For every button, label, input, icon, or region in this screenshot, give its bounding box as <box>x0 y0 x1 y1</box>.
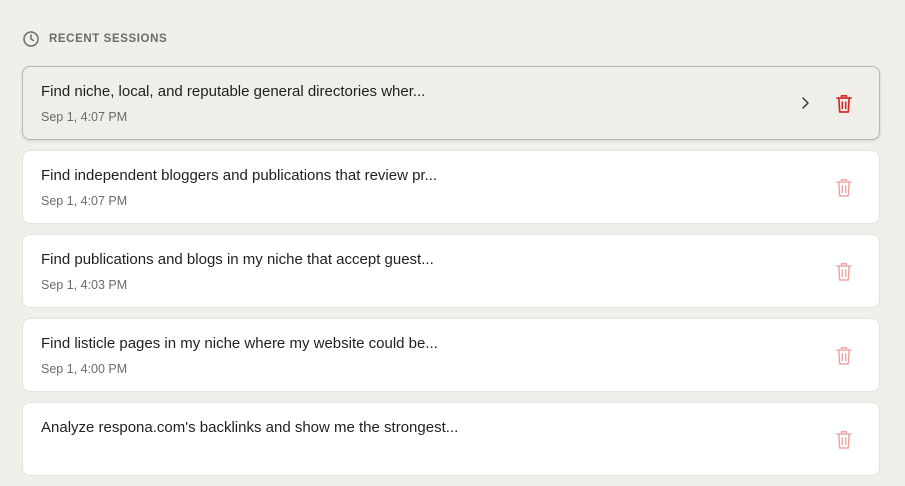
chevron-right-icon[interactable] <box>799 95 813 111</box>
session-item-1[interactable]: Find niche, local, and reputable general… <box>22 66 880 140</box>
clock-icon <box>23 31 39 47</box>
session-title: Find niche, local, and reputable general… <box>41 83 426 100</box>
session-title: Find publications and blogs in my niche … <box>41 251 434 268</box>
section-title: RECENT SESSIONS <box>49 33 168 45</box>
session-item-4[interactable]: Find listicle pages in my niche where my… <box>22 318 880 392</box>
session-date: Sep 1, 4:07 PM <box>41 110 128 124</box>
session-date: Sep 1, 4:00 PM <box>41 362 128 376</box>
session-title: Find listicle pages in my niche where my… <box>41 335 438 352</box>
session-item-5[interactable]: Analyze respona.com's backlinks and show… <box>22 402 880 476</box>
session-title: Find independent bloggers and publicatio… <box>41 167 438 184</box>
session-date: Sep 1, 4:03 PM <box>41 278 128 292</box>
session-item-3[interactable]: Find publications and blogs in my niche … <box>22 234 880 308</box>
session-date: Sep 1, 4:07 PM <box>41 194 128 208</box>
trash-icon[interactable] <box>835 262 853 282</box>
trash-icon[interactable] <box>835 178 853 198</box>
trash-icon[interactable] <box>835 430 853 450</box>
session-title: Analyze respona.com's backlinks and show… <box>41 419 459 436</box>
session-list: Find niche, local, and reputable general… <box>22 66 880 486</box>
trash-icon[interactable] <box>835 346 853 366</box>
trash-icon[interactable] <box>835 94 853 114</box>
session-item-2[interactable]: Find independent bloggers and publicatio… <box>22 150 880 224</box>
recent-sessions-header: RECENT SESSIONS <box>22 30 167 48</box>
